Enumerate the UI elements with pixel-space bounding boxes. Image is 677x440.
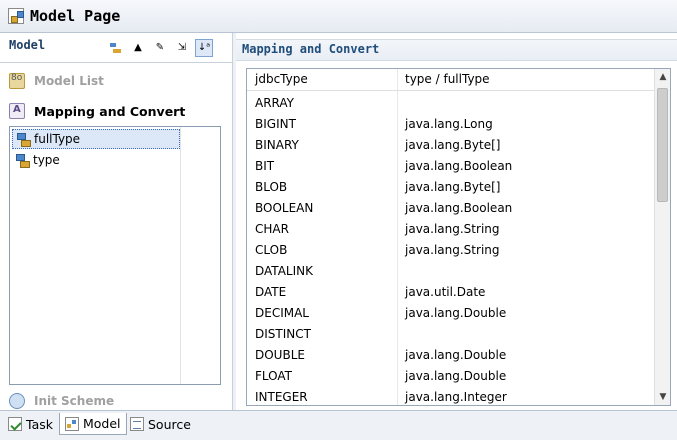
scroll-thumb[interactable] [657, 88, 668, 202]
section-mapping[interactable]: Mapping and Convert [9, 103, 185, 119]
table-row[interactable]: CHAR java.lang.String [247, 219, 655, 240]
table-row[interactable]: ARRAY [247, 93, 655, 114]
cell-type: java.util.Date [405, 285, 486, 299]
model-icon [65, 416, 79, 431]
cell-jdbctype: BINARY [255, 138, 299, 152]
tree-item-label: fullType [34, 132, 81, 146]
tab-model[interactable]: Model [59, 413, 127, 435]
cell-jdbctype: CLOB [255, 243, 288, 257]
tab-model-label: Model [83, 416, 121, 431]
page-title: Model Page [30, 7, 121, 25]
tab-source[interactable]: Source [124, 413, 197, 435]
model-panel: Model ▲ ✎ ⇲ ↓ᵃ Model List Mapping and Co… [0, 33, 232, 410]
cell-type: java.lang.Boolean [405, 201, 513, 215]
cell-jdbctype: INTEGER [255, 390, 308, 404]
column-header-jdbctype[interactable]: jdbcType [255, 72, 308, 86]
init-scheme-icon [9, 393, 25, 409]
cell-type: java.lang.String [405, 222, 500, 236]
cell-jdbctype: DISTINCT [255, 327, 311, 341]
edit-icon[interactable]: ✎ [151, 39, 169, 57]
cell-jdbctype: BLOB [255, 180, 288, 194]
cell-jdbctype: BIT [255, 159, 275, 173]
table-row[interactable]: DATALINK [247, 261, 655, 282]
cell-jdbctype: BOOLEAN [255, 201, 314, 215]
cell-type: java.lang.Byte[] [405, 180, 501, 194]
tab-task[interactable]: Task [2, 413, 59, 435]
node-icon [16, 132, 31, 147]
blocks-icon[interactable] [107, 39, 125, 57]
cell-type: java.lang.Double [405, 306, 507, 320]
cell-jdbctype: ARRAY [255, 96, 295, 110]
tree-item-label: type [33, 153, 60, 167]
export-icon[interactable]: ⇲ [173, 39, 191, 57]
column-header-type[interactable]: type / fullType [405, 72, 490, 86]
cell-jdbctype: BIGINT [255, 117, 296, 131]
mapping-panel: Mapping and Convert jdbcType type / full… [236, 33, 677, 410]
cell-type: java.lang.Integer [405, 390, 507, 404]
mapping-icon [9, 103, 25, 119]
source-icon [130, 417, 144, 431]
cell-jdbctype: DATE [255, 285, 287, 299]
cell-jdbctype: CHAR [255, 222, 289, 236]
title-bar: Model Page [0, 0, 677, 33]
table-scrollbar[interactable]: ▲ ▼ [654, 69, 670, 405]
task-icon [8, 417, 22, 431]
table-row[interactable]: DOUBLE java.lang.Double [247, 345, 655, 366]
model-list-icon [9, 73, 25, 89]
cell-type: java.lang.Long [405, 117, 493, 131]
cell-type: java.lang.Boolean [405, 159, 513, 173]
cell-jdbctype: DECIMAL [255, 306, 309, 320]
tree-item-type[interactable]: type [12, 150, 63, 170]
table-row[interactable]: INTEGER java.lang.Integer [247, 387, 655, 405]
tab-source-label: Source [148, 416, 191, 432]
model-panel-header: Model ▲ ✎ ⇲ ↓ᵃ [0, 33, 232, 63]
mapping-panel-header: Mapping and Convert [236, 39, 677, 61]
table-row[interactable]: BIGINT java.lang.Long [247, 114, 655, 135]
table-row[interactable]: BOOLEAN java.lang.Boolean [247, 198, 655, 219]
section-model-list-label: Model List [34, 74, 104, 88]
tree-item-fulltype[interactable]: fullType [12, 129, 180, 149]
section-model-list[interactable]: Model List [9, 73, 104, 89]
cell-type: java.lang.Double [405, 369, 507, 383]
cell-type: java.lang.Double [405, 348, 507, 362]
tab-task-label: Task [26, 416, 53, 432]
table-row[interactable]: BINARY java.lang.Byte[] [247, 135, 655, 156]
mapping-table: jdbcType type / fullType ARRAY BIGINT jav… [246, 68, 671, 406]
table-row[interactable]: BLOB java.lang.Byte[] [247, 177, 655, 198]
model-panel-label: Model [9, 38, 46, 52]
table-row[interactable]: DATE java.util.Date [247, 282, 655, 303]
table-row[interactable]: BIT java.lang.Boolean [247, 156, 655, 177]
sort-az-icon[interactable]: ↓ᵃ [195, 39, 213, 57]
cell-jdbctype: FLOAT [255, 369, 293, 383]
model-page-icon [8, 8, 24, 24]
cell-type: java.lang.String [405, 243, 500, 257]
scroll-down-icon[interactable]: ▼ [655, 389, 670, 405]
table-row[interactable]: CLOB java.lang.String [247, 240, 655, 261]
table-row[interactable]: FLOAT java.lang.Double [247, 366, 655, 387]
table-header: jdbcType type / fullType [247, 69, 655, 91]
bottom-tab-bar: Task Model Source [0, 410, 677, 440]
table-row[interactable]: DISTINCT [247, 324, 655, 345]
type-tree: fullType type [9, 126, 221, 385]
mapping-panel-title: Mapping and Convert [242, 42, 380, 56]
cell-jdbctype: DOUBLE [255, 348, 305, 362]
cell-jdbctype: DATALINK [255, 264, 313, 278]
section-mapping-label: Mapping and Convert [34, 103, 186, 119]
model-toolbar: ▲ ✎ ⇲ ↓ᵃ [107, 39, 213, 57]
cell-type: java.lang.Byte[] [405, 138, 501, 152]
sort-icon[interactable]: ▲ [129, 39, 147, 57]
section-init-scheme-label: Init Scheme [34, 394, 115, 408]
node-icon [15, 153, 30, 168]
section-init-scheme[interactable]: Init Scheme [9, 393, 114, 409]
scroll-up-icon[interactable]: ▲ [655, 69, 670, 85]
table-row[interactable]: DECIMAL java.lang.Double [247, 303, 655, 324]
